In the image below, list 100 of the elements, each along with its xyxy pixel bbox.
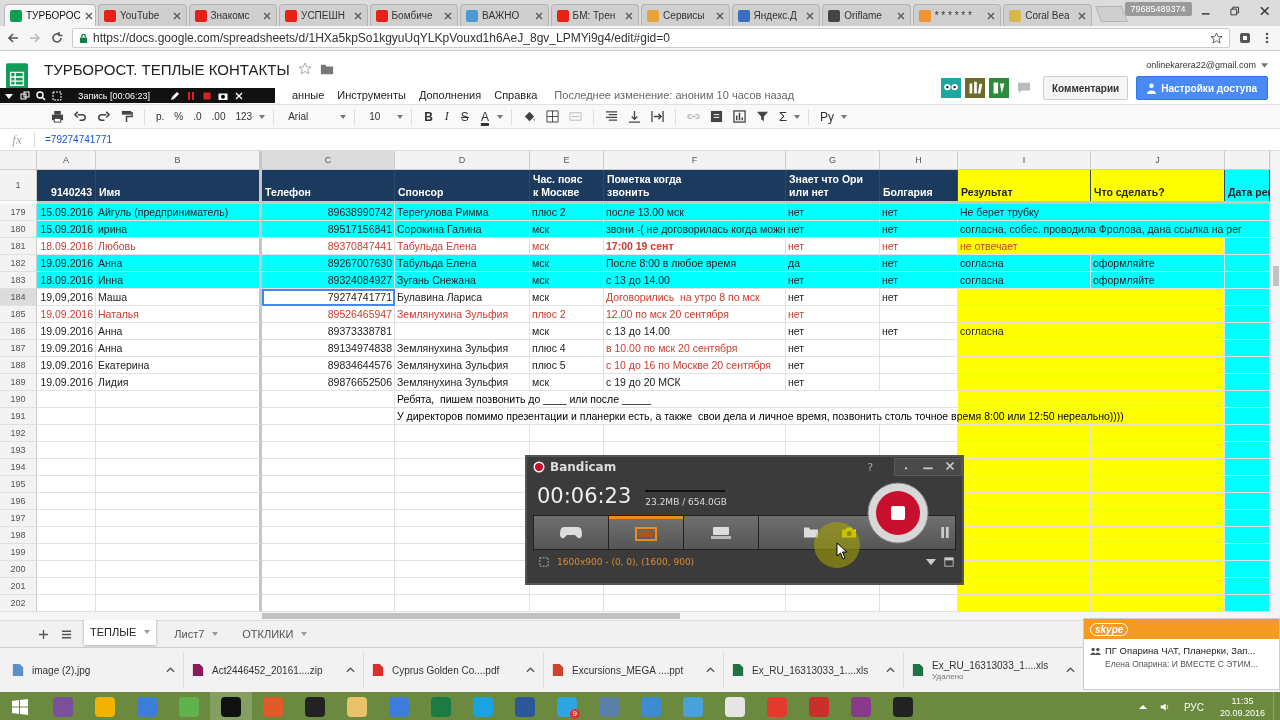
table-cell[interactable] (395, 595, 530, 612)
column-header[interactable]: J (1091, 151, 1225, 170)
table-cell[interactable] (1091, 578, 1225, 595)
table-cell[interactable]: Землянухина Зульфия (395, 340, 530, 357)
input-tools-button[interactable]: Ру (816, 109, 837, 124)
format-button[interactable]: .0 (190, 111, 205, 122)
functions-button[interactable]: Σ (775, 109, 790, 124)
table-cell[interactable] (96, 391, 262, 408)
table-cell[interactable]: нет (880, 204, 958, 221)
table-cell[interactable] (880, 425, 958, 442)
table-cell[interactable]: 19.09.2016 (37, 306, 96, 323)
table-cell[interactable] (1225, 459, 1270, 476)
download-item[interactable]: Cyprus Golden Co....pdf (372, 652, 544, 688)
table-cell[interactable] (786, 425, 880, 442)
browser-tab[interactable]: Бомбиче (369, 4, 459, 26)
table-cell[interactable] (1225, 493, 1270, 510)
row-header[interactable]: 199 (0, 544, 37, 561)
table-cell[interactable]: Лидия (96, 374, 262, 391)
row-header[interactable]: 1 (0, 170, 37, 201)
column-header[interactable] (1225, 151, 1270, 170)
text-style-button[interactable]: B (420, 109, 437, 124)
table-cell[interactable] (880, 306, 958, 323)
table-cell[interactable] (1225, 527, 1270, 544)
document-title[interactable]: ТУРБОРОСТ. ТЕПЛЫЕ КОНТАКТЫ (44, 60, 290, 78)
table-cell[interactable]: 89134974838 (262, 340, 395, 357)
table-cell[interactable] (604, 425, 786, 442)
table-cell[interactable] (96, 510, 262, 527)
add-sheet-icon[interactable] (38, 628, 49, 640)
row-header[interactable]: 184 (0, 289, 37, 306)
table-cell[interactable] (96, 493, 262, 510)
text-wrap-icon[interactable] (650, 110, 664, 123)
table-cell[interactable] (1225, 272, 1270, 289)
filter-icon[interactable] (755, 110, 769, 123)
table-cell[interactable] (96, 595, 262, 612)
table-cell[interactable]: в 10.00 по мск 20 сентября (604, 340, 786, 357)
table-cell[interactable]: звони -( не договорилась когда можн (604, 221, 786, 238)
windows-icon[interactable] (20, 90, 30, 101)
table-cell[interactable] (880, 595, 958, 612)
menu-item[interactable]: анные (292, 89, 325, 101)
table-cell[interactable] (1225, 238, 1270, 255)
reload-icon[interactable] (50, 31, 64, 45)
table-cell[interactable] (395, 442, 530, 459)
table-cell[interactable] (37, 408, 96, 425)
table-cell[interactable]: Табульда Елена (395, 238, 530, 255)
table-cell[interactable] (37, 476, 96, 493)
scrollbar-thumb[interactable] (1273, 266, 1279, 286)
table-cell[interactable]: Анна (96, 340, 262, 357)
chevron-up-icon[interactable] (346, 667, 355, 673)
table-cell[interactable] (1225, 578, 1270, 595)
align-icon[interactable] (604, 110, 618, 123)
table-cell[interactable] (1225, 544, 1270, 561)
table-cell[interactable] (958, 357, 1225, 374)
table-cell[interactable] (958, 425, 1091, 442)
select-all-corner[interactable] (0, 151, 37, 170)
table-cell[interactable] (530, 595, 604, 612)
table-cell[interactable]: 19.09.2016 (37, 255, 96, 272)
column-header[interactable]: I (958, 151, 1091, 170)
table-cell[interactable] (1225, 391, 1270, 408)
column-header[interactable]: A (37, 151, 96, 170)
table-cell[interactable] (1091, 476, 1225, 493)
row-header[interactable]: 191 (0, 408, 37, 425)
table-cell[interactable]: Не берет трубку (958, 204, 1270, 221)
table-cell[interactable]: Землянухина Зульфия (395, 357, 530, 374)
last-edit-link[interactable]: Последнее изменение: аноним 10 часов назад (554, 89, 795, 101)
table-cell[interactable] (880, 357, 958, 374)
table-cell[interactable]: мск (530, 238, 604, 255)
redo-icon[interactable] (97, 110, 110, 123)
table-cell[interactable] (958, 374, 1225, 391)
format-button[interactable]: 123 (232, 111, 256, 122)
table-cell[interactable]: Землянухина Зульфия (395, 374, 530, 391)
table-cell[interactable]: согласна (958, 323, 1225, 340)
window-icon[interactable] (944, 557, 954, 567)
books-icon[interactable] (964, 78, 985, 98)
table-cell[interactable] (1091, 561, 1225, 578)
row-header[interactable]: 185 (0, 306, 37, 323)
sheet-tab[interactable]: ТЕПЛЫЕ (84, 619, 157, 645)
row-header[interactable]: 193 (0, 442, 37, 459)
table-cell[interactable] (1225, 357, 1270, 374)
table-cell[interactable] (1091, 510, 1225, 527)
column-header[interactable]: H (880, 151, 958, 170)
table-cell[interactable]: 19,09,2016 (37, 289, 96, 306)
star-icon[interactable] (1210, 31, 1223, 45)
table-cell[interactable]: 19.09.2016 (37, 340, 96, 357)
scrollbar-thumb[interactable] (262, 613, 680, 619)
screen-mode-tab[interactable] (609, 516, 683, 549)
windows-logo-icon[interactable] (12, 699, 28, 715)
table-cell[interactable]: нет (786, 204, 880, 221)
table-cell[interactable] (395, 323, 530, 340)
row-header[interactable]: 196 (0, 493, 37, 510)
table-cell[interactable]: нет (786, 340, 880, 357)
chart-icon[interactable] (732, 110, 746, 123)
table-cell[interactable]: 19.09.2016 (37, 357, 96, 374)
format-button[interactable]: .00 (208, 111, 229, 122)
column-header[interactable]: B (96, 151, 262, 170)
download-item[interactable]: Ex_RU_16313033_1....xls (732, 652, 904, 688)
table-cell[interactable]: мск (530, 272, 604, 289)
table-cell[interactable] (37, 459, 96, 476)
table-cell[interactable] (1091, 493, 1225, 510)
row-header[interactable]: 186 (0, 323, 37, 340)
formula-field[interactable]: =79274741771 (35, 134, 113, 145)
